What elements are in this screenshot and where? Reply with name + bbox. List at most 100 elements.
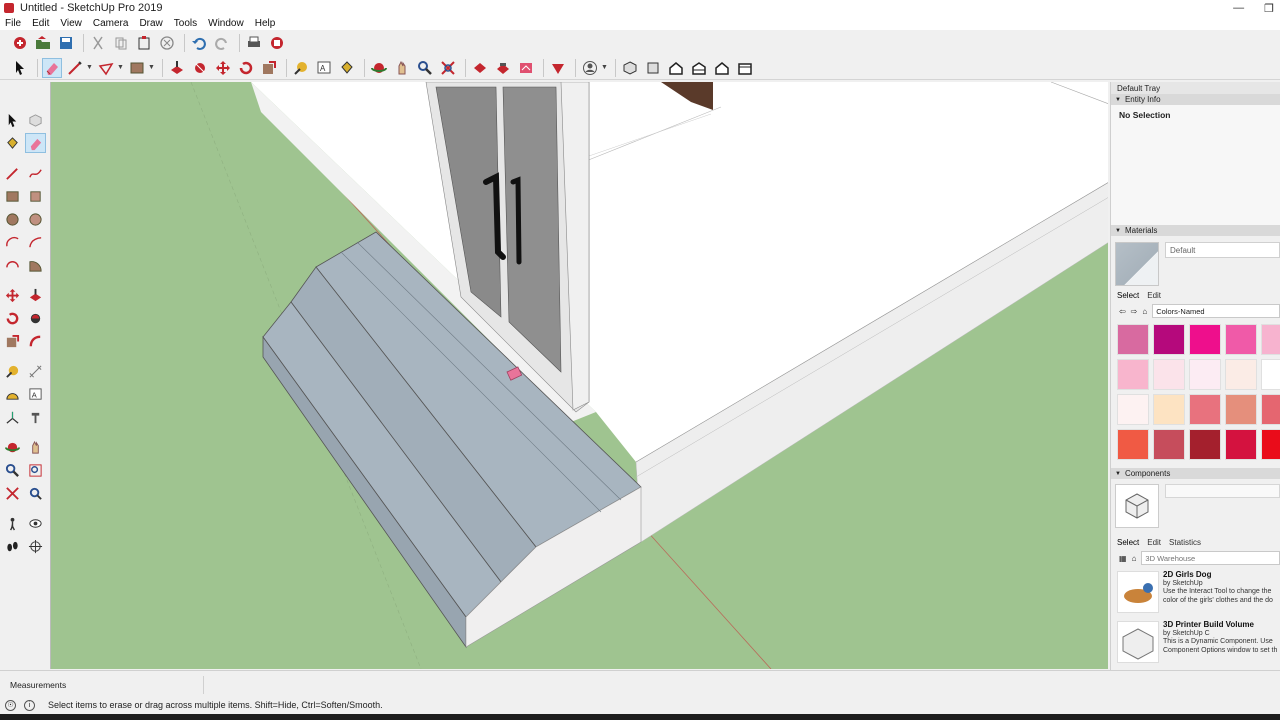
material-name-field[interactable]: Default — [1165, 242, 1280, 258]
rectangle-tool-icon[interactable] — [127, 58, 147, 78]
material-swatch[interactable] — [1117, 429, 1149, 460]
zoom-icon[interactable] — [2, 460, 23, 480]
list-item[interactable]: 3D Printer Build Volume by SketchUp C Th… — [1111, 617, 1280, 667]
circle-tool-icon[interactable] — [2, 209, 23, 229]
list-item[interactable]: 2D Girls Dog by SketchUp Use the Interac… — [1111, 567, 1280, 617]
minimize-icon[interactable]: — — [1233, 2, 1244, 14]
current-material-swatch[interactable] — [1115, 242, 1159, 286]
pie-tool-icon[interactable] — [25, 255, 46, 275]
menu-file[interactable]: File — [5, 18, 21, 29]
forward-arrow-icon[interactable]: ⇨ — [1131, 307, 1138, 316]
view-options-icon[interactable]: ▦ — [1119, 554, 1127, 563]
tape-measure-icon[interactable] — [2, 361, 23, 381]
erase-icon[interactable] — [157, 33, 177, 53]
zoom-icon[interactable] — [415, 58, 435, 78]
text-tool-icon[interactable]: A — [25, 384, 46, 404]
material-swatch[interactable] — [1117, 394, 1149, 425]
select-tool-icon[interactable] — [2, 110, 23, 130]
two-point-arc-icon[interactable] — [25, 232, 46, 252]
measurements-label[interactable]: Measurements — [4, 676, 204, 694]
material-swatch[interactable] — [1117, 324, 1149, 355]
line-tool-icon[interactable] — [65, 58, 85, 78]
open-button[interactable] — [33, 33, 53, 53]
materials-tab-edit[interactable]: Edit — [1147, 291, 1161, 302]
send-to-layout-icon[interactable] — [516, 58, 536, 78]
components-tab-select[interactable]: Select — [1117, 538, 1139, 549]
walk-icon[interactable] — [2, 536, 23, 556]
chevron-down-icon[interactable]: ▼ — [601, 64, 609, 71]
material-swatch[interactable] — [1189, 429, 1221, 460]
material-swatch[interactable] — [1153, 429, 1185, 460]
text-tool-icon[interactable]: A — [314, 58, 334, 78]
modeling-viewport[interactable] — [50, 82, 1108, 669]
paint-bucket-icon[interactable] — [2, 133, 23, 153]
front-view-icon[interactable] — [666, 58, 686, 78]
follow-me-icon[interactable] — [25, 308, 46, 328]
eraser-tool-icon[interactable] — [42, 57, 62, 78]
scale-tool-icon[interactable] — [259, 58, 279, 78]
paste-icon[interactable] — [134, 33, 154, 53]
components-header[interactable]: ▼ Components — [1111, 468, 1280, 479]
material-swatch[interactable] — [1261, 394, 1280, 425]
dimension-tool-icon[interactable] — [25, 361, 46, 381]
components-tab-statistics[interactable]: Statistics — [1169, 538, 1201, 549]
three-point-arc-icon[interactable] — [2, 255, 23, 275]
model-info-icon[interactable] — [267, 33, 287, 53]
copy-icon[interactable] — [111, 33, 131, 53]
material-swatch[interactable] — [1189, 394, 1221, 425]
print-icon[interactable] — [244, 33, 264, 53]
protractor-icon[interactable] — [2, 384, 23, 404]
chevron-down-icon[interactable]: ▼ — [117, 64, 125, 71]
cut-icon[interactable] — [88, 33, 108, 53]
info-icon[interactable]: i — [24, 699, 35, 711]
polygon-tool-icon[interactable] — [25, 209, 46, 229]
orbit-icon[interactable] — [2, 437, 23, 457]
menu-draw[interactable]: Draw — [139, 18, 162, 29]
material-swatch[interactable] — [1117, 359, 1149, 390]
right-view-icon[interactable] — [689, 58, 709, 78]
eraser-tool-icon[interactable] — [25, 133, 46, 153]
material-swatch[interactable] — [1153, 394, 1185, 425]
shape-tool-icon[interactable] — [96, 58, 116, 78]
material-swatch[interactable] — [1189, 324, 1221, 355]
extension-warehouse-icon[interactable] — [493, 58, 513, 78]
restore-icon[interactable]: ❐ — [1264, 2, 1274, 15]
material-swatch[interactable] — [1225, 429, 1257, 460]
home-icon[interactable]: ⌂ — [1142, 307, 1147, 316]
menu-camera[interactable]: Camera — [93, 18, 129, 29]
component-thumbnail[interactable] — [1115, 484, 1159, 528]
push-pull-icon[interactable] — [167, 58, 187, 78]
orbit-icon[interactable] — [369, 58, 389, 78]
move-tool-icon[interactable] — [2, 285, 23, 305]
rectangle-tool-icon[interactable] — [2, 186, 23, 206]
component-search-input[interactable] — [1141, 551, 1280, 565]
material-library-select[interactable]: Colors-Named — [1152, 304, 1280, 318]
menu-help[interactable]: Help — [255, 18, 276, 29]
axes-tool-icon[interactable] — [2, 407, 23, 427]
chevron-down-icon[interactable]: ▼ — [148, 64, 156, 71]
save-button[interactable] — [56, 33, 76, 53]
menu-tools[interactable]: Tools — [174, 18, 197, 29]
home-icon[interactable]: ⌂ — [1132, 554, 1137, 563]
redo-icon[interactable] — [212, 33, 232, 53]
push-pull-icon[interactable] — [25, 285, 46, 305]
zoom-extents-icon[interactable] — [438, 58, 458, 78]
components-tab-edit[interactable]: Edit — [1147, 538, 1161, 549]
material-swatch[interactable] — [1189, 359, 1221, 390]
rotate-tool-icon[interactable] — [2, 308, 23, 328]
material-swatch[interactable] — [1225, 359, 1257, 390]
zoom-window-icon[interactable] — [25, 460, 46, 480]
geo-location-icon[interactable]: ☉ — [5, 699, 16, 711]
scale-tool-icon[interactable] — [2, 331, 23, 351]
extension-manager-icon[interactable] — [548, 58, 568, 78]
paint-bucket-icon[interactable] — [337, 58, 357, 78]
iso-view-icon[interactable] — [620, 58, 640, 78]
3d-text-icon[interactable] — [25, 407, 46, 427]
zoom-extents-icon[interactable] — [2, 483, 23, 503]
material-swatch[interactable] — [1261, 359, 1280, 390]
look-around-icon[interactable] — [25, 513, 46, 533]
pan-icon[interactable] — [25, 437, 46, 457]
section-plane-icon[interactable] — [25, 536, 46, 556]
select-tool-icon[interactable] — [10, 58, 30, 78]
offset-tool-icon[interactable] — [25, 331, 46, 351]
